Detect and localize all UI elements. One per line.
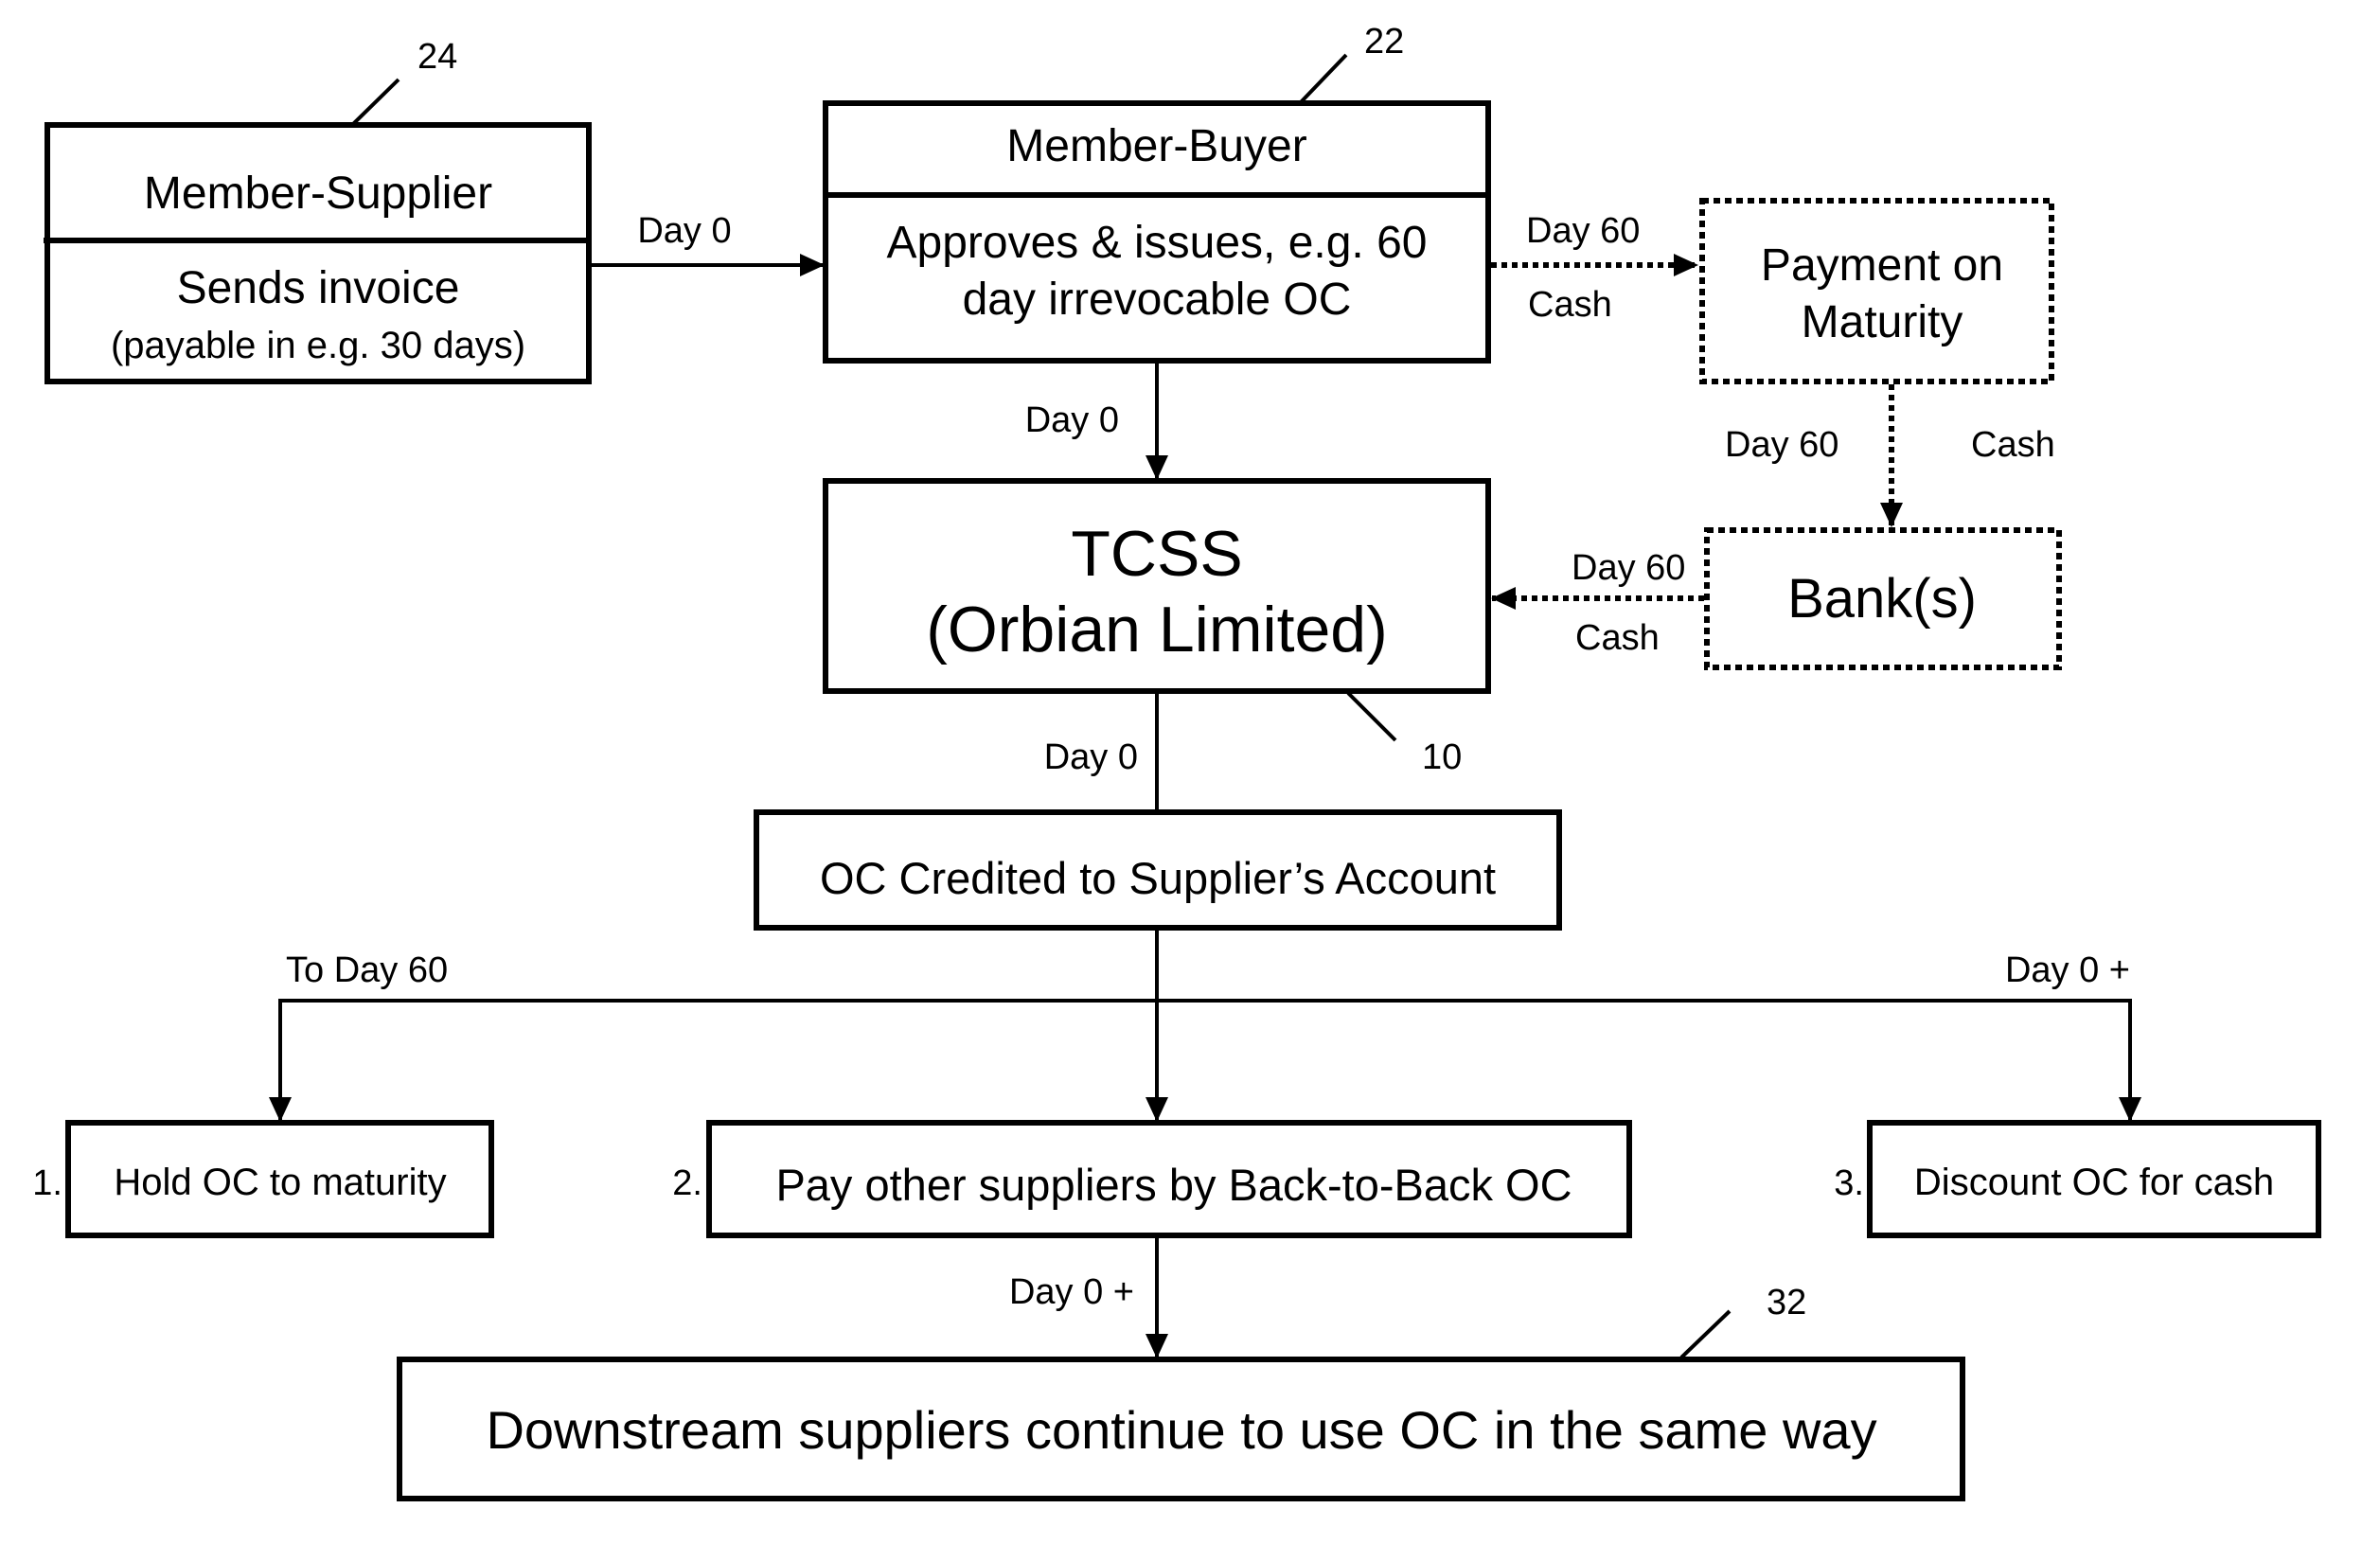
edge-label-option2-downstream: Day 0 + bbox=[1009, 1272, 1134, 1312]
member-supplier-action: Sends invoice bbox=[177, 263, 460, 313]
option2-label: Pay other suppliers by Back-to-Back OC bbox=[775, 1160, 1572, 1210]
ref-leader-24 bbox=[351, 78, 400, 126]
edge-label-to-option1: To Day 60 bbox=[286, 950, 448, 990]
flow-diagram: Member-Supplier Sends invoice (payable i… bbox=[0, 0, 2380, 1544]
tcss-title: TCSS bbox=[1071, 518, 1242, 590]
payment-on-maturity-line2: Maturity bbox=[1802, 297, 1963, 347]
downstream-label: Downstream suppliers continue to use OC … bbox=[486, 1400, 1876, 1460]
edge-label-tcss-oc: Day 0 bbox=[1044, 737, 1138, 777]
edge-label-payment-banks-cash: Cash bbox=[1971, 425, 2055, 465]
ref-number-22: 22 bbox=[1364, 22, 1404, 62]
ref-number-32: 32 bbox=[1767, 1283, 1806, 1322]
ref-leader-32 bbox=[1679, 1309, 1732, 1359]
tcss-subtitle: (Orbian Limited) bbox=[926, 594, 1388, 666]
option1-label: Hold OC to maturity bbox=[114, 1162, 446, 1203]
banks-label: Bank(s) bbox=[1787, 568, 1977, 630]
payment-on-maturity-box bbox=[1699, 198, 2054, 384]
ref-number-10: 10 bbox=[1422, 737, 1462, 777]
tcss-node: TCSS (Orbian Limited) bbox=[823, 478, 1491, 694]
payment-on-maturity-node: Payment on Maturity bbox=[1699, 198, 2054, 384]
option3-label: Discount OC for cash bbox=[1914, 1162, 2274, 1203]
payment-on-maturity-line1: Payment on bbox=[1761, 240, 2003, 291]
ref-leader-22 bbox=[1299, 53, 1348, 104]
oc-credited-label: OC Credited to Supplier’s Account bbox=[820, 853, 1496, 903]
edge-label-payment-banks-day: Day 60 bbox=[1725, 425, 1838, 465]
edge-label-to-option3: Day 0 + bbox=[2005, 950, 2130, 990]
edge-label-supplier-buyer: Day 0 bbox=[637, 211, 731, 251]
banks-node: Bank(s) bbox=[1704, 527, 2062, 670]
option1-number: 1. bbox=[32, 1163, 62, 1203]
edge-label-buyer-payment-cash: Cash bbox=[1528, 285, 1612, 325]
ref-leader-10 bbox=[1346, 691, 1397, 742]
member-buyer-action-line1: Approves & issues, e.g. 60 bbox=[887, 218, 1428, 268]
edge-label-banks-tcss-cash: Cash bbox=[1575, 618, 1660, 658]
option1-node: 1. Hold OC to maturity bbox=[32, 1120, 494, 1238]
downstream-node: Downstream suppliers continue to use OC … bbox=[397, 1357, 1965, 1501]
member-supplier-terms: (payable in e.g. 30 days) bbox=[111, 325, 525, 366]
oc-credited-node: OC Credited to Supplier’s Account bbox=[754, 809, 1562, 931]
option3-node: 3. Discount OC for cash bbox=[1834, 1120, 2321, 1238]
member-buyer-node: Member-Buyer Approves & issues, e.g. 60 … bbox=[823, 100, 1491, 364]
option3-number: 3. bbox=[1834, 1163, 1864, 1203]
diagram-svg: Member-Supplier Sends invoice (payable i… bbox=[32, 22, 2321, 1501]
edge-label-banks-tcss-day: Day 60 bbox=[1572, 548, 1685, 588]
option2-node: 2. Pay other suppliers by Back-to-Back O… bbox=[672, 1120, 1632, 1238]
member-buyer-title: Member-Buyer bbox=[1006, 121, 1306, 171]
ref-number-24: 24 bbox=[417, 37, 457, 77]
edge-label-buyer-payment-day: Day 60 bbox=[1526, 211, 1640, 251]
edge-label-buyer-tcss: Day 0 bbox=[1025, 400, 1119, 440]
member-buyer-action-line2: day irrevocable OC bbox=[963, 275, 1352, 325]
member-supplier-title: Member-Supplier bbox=[144, 169, 492, 219]
option2-number: 2. bbox=[672, 1163, 702, 1203]
member-supplier-node: Member-Supplier Sends invoice (payable i… bbox=[44, 122, 592, 384]
